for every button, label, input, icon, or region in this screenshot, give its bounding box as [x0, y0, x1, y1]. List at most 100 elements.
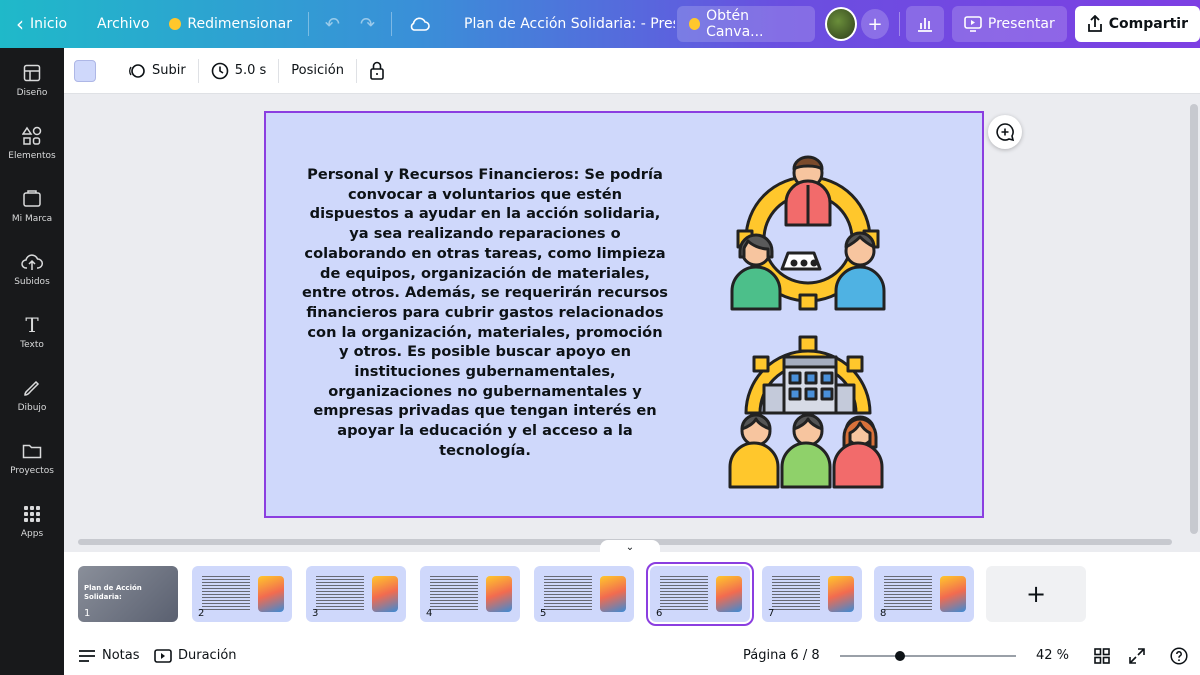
present-icon: [964, 16, 982, 32]
page-thumbnail[interactable]: Plan de Acción Solidaria: 1: [78, 566, 178, 622]
page-number: 4: [426, 608, 433, 619]
add-page-button[interactable]: +: [986, 566, 1086, 622]
thumbnail-image: [600, 576, 626, 612]
notes-icon: [79, 649, 95, 662]
sidebar-item-label: Diseño: [16, 87, 48, 98]
page-number: 2: [198, 608, 205, 619]
background-color-button[interactable]: [64, 48, 108, 94]
draw-icon: [21, 377, 43, 399]
page-filmstrip: Plan de Acción Solidaria: 1 2 3 4 5 6 7 …: [64, 552, 1200, 636]
add-collaborator-button[interactable]: +: [861, 9, 889, 39]
apps-icon: [21, 503, 43, 525]
sidebar-item-text[interactable]: T Texto: [0, 300, 64, 363]
crown-icon: [688, 18, 701, 30]
team-gear-icon[interactable]: [726, 151, 890, 315]
position-button[interactable]: Posición: [279, 48, 356, 94]
file-menu-button[interactable]: Archivo: [87, 0, 159, 48]
sidebar-item-label: Elementos: [8, 150, 56, 161]
slide-body-text[interactable]: Personal y Recursos Financieros: Se podr…: [302, 165, 668, 461]
share-label: Compartir: [1108, 16, 1189, 32]
sidebar-item-label: Subidos: [14, 276, 50, 287]
page-thumbnail[interactable]: 8: [874, 566, 974, 622]
grid-view-button[interactable]: [1094, 636, 1110, 675]
present-label: Presentar: [987, 16, 1055, 32]
thumbnail-image: [372, 576, 398, 612]
page-thumbnail[interactable]: 5: [534, 566, 634, 622]
sidebar-item-brand[interactable]: Mi Marca: [0, 174, 64, 237]
sidebar-item-elements[interactable]: Elementos: [0, 111, 64, 174]
zoom-slider-handle[interactable]: [894, 651, 905, 661]
notes-button[interactable]: Notas: [78, 636, 140, 675]
upload-icon: [21, 251, 43, 273]
redo-icon: ↷: [360, 13, 376, 35]
duration-label: Duración: [178, 648, 237, 663]
page-thumbnail[interactable]: 3: [306, 566, 406, 622]
sidebar-item-draw[interactable]: Dibujo: [0, 363, 64, 426]
resize-label: Redimensionar: [187, 16, 292, 32]
bottom-bar: Notas Duración Página 6 / 8 42 %: [64, 636, 1200, 675]
sidebar-item-label: Apps: [20, 528, 44, 539]
thumbnail-image: [940, 576, 966, 612]
bar-chart-icon: [917, 18, 932, 32]
animate-icon: [129, 63, 145, 78]
thumbnail-text: [316, 576, 364, 612]
avatar[interactable]: [825, 7, 858, 41]
thumbnail-image: [486, 576, 512, 612]
thumbnail-text: [660, 576, 708, 612]
redo-button[interactable]: ↷: [350, 0, 385, 48]
page-number: 6: [656, 608, 663, 619]
document-title[interactable]: Plan de Acción Solidaria: - Present...: [454, 0, 675, 48]
thumbnail-image: [828, 576, 854, 612]
crown-icon: [169, 18, 182, 30]
vertical-scrollbar[interactable]: [1188, 94, 1200, 546]
fullscreen-button[interactable]: [1129, 636, 1145, 675]
divider: [307, 12, 309, 36]
company-team-icon[interactable]: [726, 327, 890, 491]
share-button[interactable]: Compartir: [1074, 6, 1200, 42]
comment-plus-icon: [996, 123, 1015, 142]
resize-button[interactable]: Redimensionar: [159, 0, 302, 48]
lock-button[interactable]: [357, 48, 397, 94]
page-number: 5: [540, 608, 547, 619]
slide-page[interactable]: Personal y Recursos Financieros: Se podr…: [264, 111, 984, 518]
sidebar-item-uploads[interactable]: Subidos: [0, 237, 64, 300]
page-thumbnail[interactable]: 7: [762, 566, 862, 622]
zoom-level[interactable]: 42 %: [1036, 636, 1069, 675]
notes-label: Notas: [102, 648, 140, 663]
add-comment-button[interactable]: [988, 115, 1022, 149]
sidebar-item-apps[interactable]: Apps: [0, 489, 64, 552]
page-indicator[interactable]: Página 6 / 8: [743, 636, 820, 675]
sidebar-item-projects[interactable]: Proyectos: [0, 426, 64, 489]
grid-icon: [1094, 647, 1110, 664]
page-thumbnail[interactable]: 2: [192, 566, 292, 622]
animate-button[interactable]: Subir: [108, 48, 198, 94]
duration-button[interactable]: 5.0 s: [199, 48, 279, 94]
share-icon: [1087, 15, 1102, 32]
lock-icon: [370, 61, 384, 80]
sidebar-item-design[interactable]: Diseño: [0, 48, 64, 111]
undo-icon: ↶: [324, 13, 340, 35]
animate-label: Subir: [152, 63, 186, 78]
present-button[interactable]: Presentar: [951, 6, 1067, 42]
page-thumbnail[interactable]: 4: [420, 566, 520, 622]
shapes-icon: [21, 125, 43, 147]
folder-icon: [21, 440, 43, 462]
thumbnail-image: [258, 576, 284, 612]
thumbnail-text: [202, 576, 250, 612]
duration-value: 5.0 s: [234, 63, 267, 78]
home-button[interactable]: ‹ Inicio: [0, 0, 77, 48]
sidebar-item-label: Mi Marca: [11, 213, 53, 224]
clock-icon: [211, 62, 229, 79]
analytics-button[interactable]: [905, 6, 944, 42]
undo-button[interactable]: ↶: [315, 0, 350, 48]
help-button[interactable]: [1170, 636, 1188, 675]
zoom-slider[interactable]: [840, 655, 1016, 657]
thumbnail-title: Plan de Acción Solidaria:: [84, 584, 142, 601]
upgrade-label: Obtén Canva...: [706, 8, 764, 40]
home-label: Inicio: [30, 16, 68, 32]
scrollbar-thumb[interactable]: [1190, 104, 1198, 534]
cloud-save-button[interactable]: [398, 0, 440, 48]
duration-toggle-button[interactable]: Duración: [154, 636, 237, 675]
page-thumbnail-active[interactable]: 6: [646, 562, 754, 626]
upgrade-button[interactable]: Obtén Canva...: [676, 6, 816, 42]
